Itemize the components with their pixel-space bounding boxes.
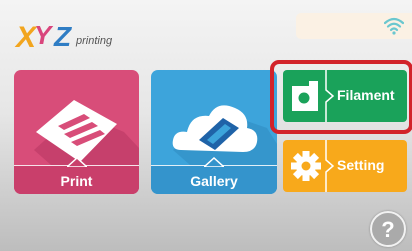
gallery-tile[interactable]: Gallery — [151, 70, 277, 194]
notch-icon — [204, 157, 224, 167]
wifi-icon — [384, 17, 404, 35]
logo-printing: printing — [75, 35, 113, 47]
gallery-label: Gallery — [190, 173, 238, 189]
print-label: Print — [60, 173, 93, 189]
setting-divider — [325, 140, 335, 192]
print-label-bar: Print — [14, 157, 139, 194]
gear-icon — [291, 151, 321, 181]
setting-label: Setting — [337, 157, 385, 173]
gallery-label-bar: Gallery — [151, 157, 277, 194]
print-tile[interactable]: Print — [14, 70, 139, 194]
xyzprinting-logo: X Y Z printing — [14, 14, 126, 54]
notch-icon — [66, 157, 87, 167]
setting-tile[interactable]: Setting — [283, 140, 407, 192]
help-button[interactable]: ? — [370, 211, 406, 247]
logo-z: Z — [53, 21, 72, 52]
filament-highlight-box — [270, 60, 412, 134]
help-icon: ? — [381, 217, 395, 242]
logo-y: Y — [34, 20, 54, 50]
status-bar — [296, 13, 412, 39]
